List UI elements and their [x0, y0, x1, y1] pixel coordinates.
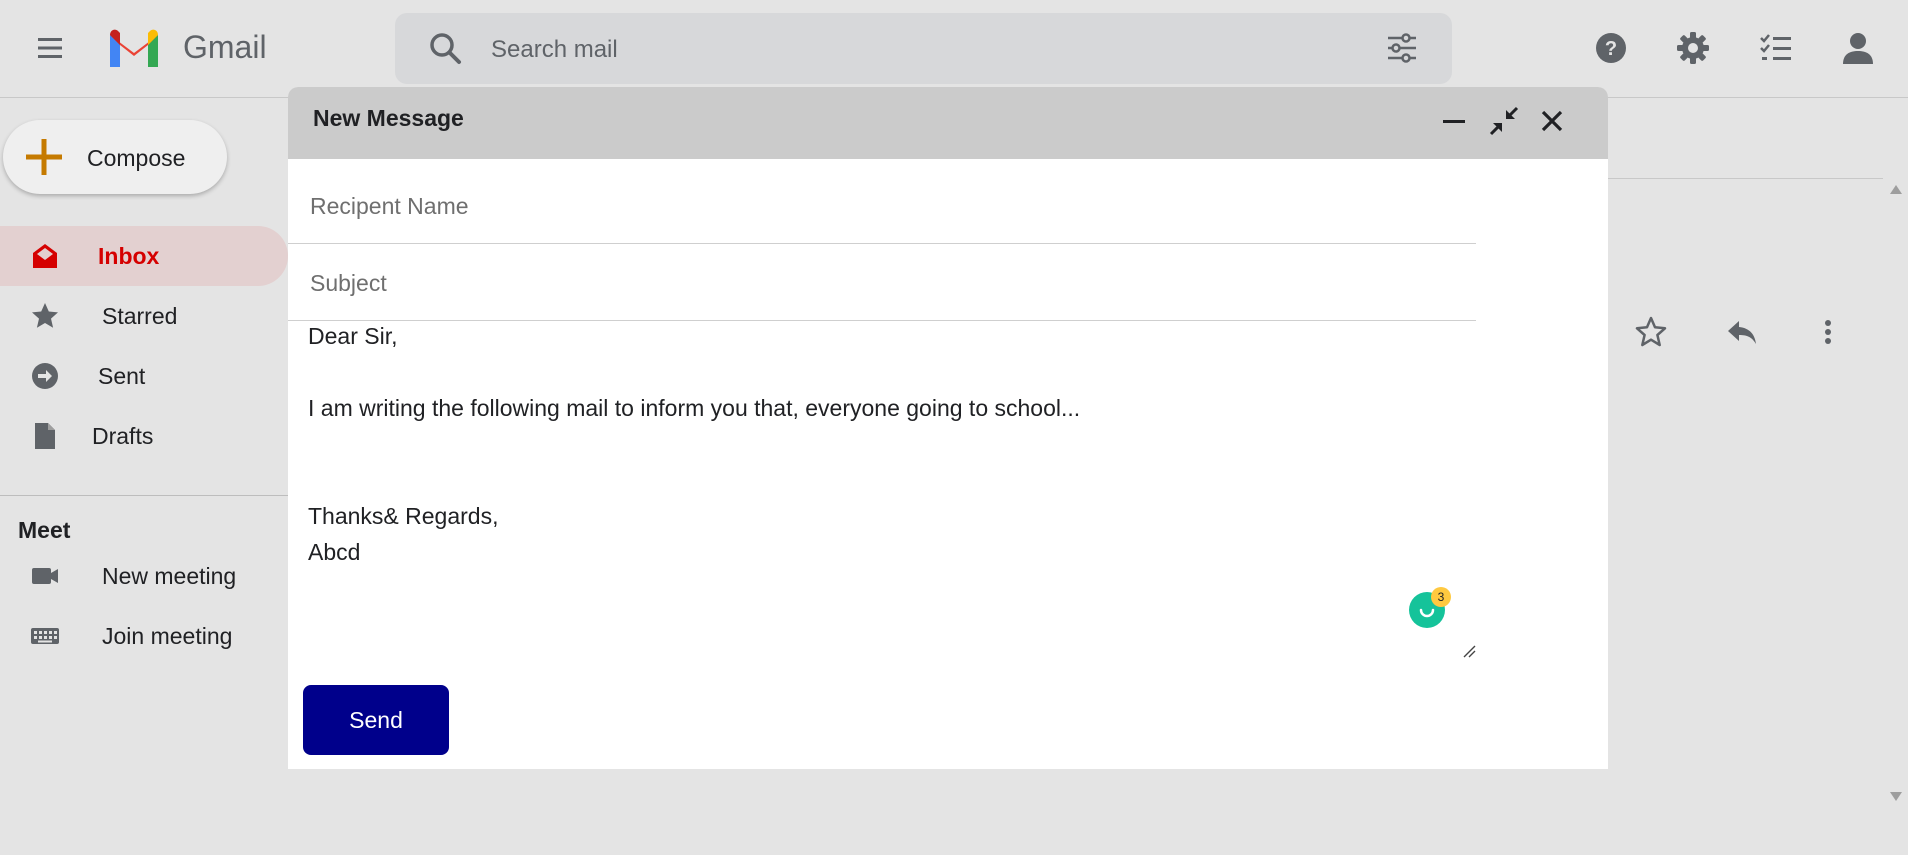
subject-field [288, 244, 1476, 321]
grammarly-count-badge: 3 [1431, 587, 1451, 607]
sidebar-divider [0, 495, 288, 496]
more-vert-icon[interactable] [1811, 315, 1845, 349]
help-icon[interactable]: ? [1591, 28, 1631, 68]
compose-button[interactable]: Compose [3, 120, 227, 194]
close-icon[interactable] [1536, 105, 1568, 137]
send-button[interactable]: Send [303, 685, 449, 755]
sidebar-item-sent[interactable]: Sent [0, 346, 288, 406]
compose-dialog-title: New Message [313, 105, 464, 131]
meet-section-title: Meet [18, 517, 71, 543]
body-line-closing: Thanks& Regards, [308, 503, 499, 529]
scroll-up-arrow[interactable] [1890, 185, 1902, 194]
menu-icon[interactable] [34, 32, 66, 64]
exit-fullscreen-icon[interactable] [1488, 105, 1520, 137]
keyboard-icon [30, 621, 60, 651]
message-body-textarea[interactable]: Dear Sir, I am writing the following mai… [288, 319, 1476, 659]
star-icon[interactable] [1634, 315, 1668, 349]
compose-label: Compose [87, 145, 186, 171]
gmail-logo[interactable] [106, 27, 162, 69]
gear-icon[interactable] [1673, 28, 1713, 68]
body-line-signature: Abcd [308, 539, 361, 565]
gmail-brand-name: Gmail [183, 29, 267, 65]
sidebar-item-label: Join meeting [102, 623, 233, 649]
star-icon [30, 301, 60, 331]
sidebar-item-label: Sent [98, 363, 146, 389]
sidebar-item-join-meeting[interactable]: Join meeting [0, 606, 288, 666]
sidebar-item-label: Drafts [92, 423, 154, 449]
compose-dialog-header: New Message [288, 87, 1608, 159]
recipient-field [288, 167, 1476, 244]
scroll-down-arrow[interactable] [1890, 792, 1902, 801]
subject-input[interactable] [308, 264, 1412, 302]
inbox-icon [30, 241, 60, 271]
sent-icon [30, 361, 60, 391]
top-header: Gmail ? [0, 0, 1908, 98]
sidebar-item-starred[interactable]: Starred [0, 286, 288, 346]
tasks-icon[interactable] [1756, 28, 1796, 68]
reply-icon[interactable] [1725, 315, 1759, 349]
search-input[interactable] [489, 31, 1353, 69]
minimize-icon[interactable] [1438, 105, 1470, 137]
sidebar-item-drafts[interactable]: Drafts [0, 406, 288, 466]
drafts-icon [30, 421, 60, 451]
svg-text:?: ? [1605, 38, 1617, 60]
video-icon [30, 561, 60, 591]
sidebar-item-new-meeting[interactable]: New meeting [0, 546, 288, 606]
plus-icon [23, 136, 65, 178]
resize-handle-icon[interactable] [1462, 644, 1476, 658]
filter-icon[interactable] [1384, 30, 1420, 66]
sidebar-item-label: Starred [102, 303, 178, 329]
sidebar-item-label: Inbox [98, 243, 160, 269]
body-line-content: I am writing the following mail to infor… [308, 395, 1081, 421]
recipient-input[interactable] [308, 187, 1412, 225]
sidebar-item-inbox[interactable]: Inbox [0, 226, 288, 286]
search-bar[interactable] [395, 13, 1452, 84]
search-icon[interactable] [427, 30, 463, 66]
account-icon[interactable] [1838, 28, 1878, 68]
sidebar-item-label: New meeting [102, 563, 237, 589]
body-line-greeting: Dear Sir, [308, 323, 398, 349]
compose-dialog: New Message Dear Sir, I am writing the f… [288, 87, 1608, 769]
